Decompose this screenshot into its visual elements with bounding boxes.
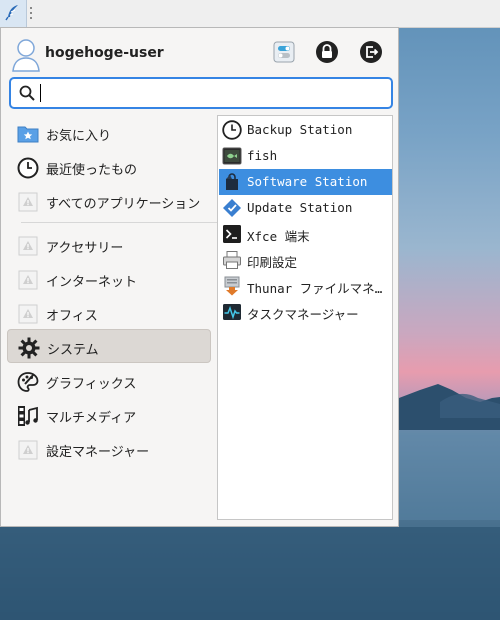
search-input[interactable] — [41, 83, 385, 105]
category-label: 最近使ったもの — [46, 163, 138, 178]
category-label: すべてのアプリケーション — [46, 197, 201, 212]
panel-grip-icon[interactable] — [29, 6, 33, 20]
category-system[interactable]: システム — [7, 329, 211, 363]
clock-icon — [17, 157, 39, 179]
gear-icon — [18, 337, 40, 359]
terminal-icon — [222, 224, 242, 244]
terminal-fish-icon — [222, 146, 242, 166]
settings-toggle-button[interactable] — [271, 41, 297, 67]
avatar — [11, 37, 41, 73]
category-office[interactable]: オフィス — [7, 296, 211, 330]
category-graphics[interactable]: グラフィックス — [7, 364, 211, 398]
username: hogehoge-user — [45, 45, 164, 61]
category-accessories[interactable]: アクセサリー — [7, 228, 211, 262]
category-label: 設定マネージャー — [46, 445, 150, 460]
application-list: Backup Station fish Software Station Upd… — [217, 115, 393, 520]
category-label: インターネット — [46, 275, 138, 290]
category-internet[interactable]: インターネット — [7, 262, 211, 296]
app-item-fish[interactable]: fish — [219, 143, 392, 169]
warning-placeholder-icon — [17, 303, 39, 325]
app-label: fish — [247, 148, 278, 163]
category-all-applications[interactable]: すべてのアプリケーション — [7, 184, 211, 218]
warning-placeholder-icon — [17, 269, 39, 291]
category-label: グラフィックス — [46, 377, 137, 392]
app-label: Software Station — [247, 174, 368, 189]
clock-icon — [222, 120, 242, 140]
app-label: Update Station — [247, 200, 353, 215]
category-separator — [21, 222, 217, 223]
app-item-update-station[interactable]: Update Station — [219, 195, 392, 221]
category-settings-manager[interactable]: 設定マネージャー — [7, 432, 211, 466]
app-label: 印刷設定 — [247, 255, 298, 270]
search-icon — [19, 85, 35, 105]
warning-placeholder-icon — [17, 191, 39, 213]
film-music-icon — [17, 405, 39, 427]
category-label: お気に入り — [46, 129, 112, 144]
app-item-backup-station[interactable]: Backup Station — [219, 117, 392, 143]
warning-placeholder-icon — [17, 235, 39, 257]
category-multimedia[interactable]: マルチメディア — [7, 398, 211, 432]
category-recent[interactable]: 最近使ったもの — [7, 150, 211, 184]
category-label: オフィス — [46, 309, 98, 324]
category-label: マルチメディア — [46, 411, 137, 426]
app-label: Xfce 端末 — [247, 229, 310, 244]
logout-button[interactable] — [358, 41, 384, 67]
top-panel — [0, 0, 500, 28]
warning-placeholder-icon — [17, 439, 39, 461]
software-station-icon — [222, 172, 242, 192]
app-item-task-manager[interactable]: タスクマネージャー — [219, 299, 392, 325]
app-label: Backup Station — [247, 122, 353, 137]
app-item-xfce-terminal[interactable]: Xfce 端末 — [219, 221, 392, 247]
task-manager-icon — [222, 302, 242, 322]
app-item-software-station[interactable]: Software Station — [219, 169, 392, 195]
palette-icon — [17, 371, 39, 393]
update-station-icon — [222, 198, 242, 218]
favorites-folder-icon — [17, 123, 39, 145]
category-label: システム — [47, 343, 99, 358]
app-label: Thunar ファイルマネージャー — [247, 281, 389, 296]
printer-icon — [222, 250, 242, 270]
file-manager-icon — [222, 276, 242, 296]
feather-icon — [4, 3, 22, 25]
whisker-menu-button[interactable] — [0, 0, 27, 27]
app-item-thunar[interactable]: Thunar ファイルマネージャー — [219, 273, 392, 299]
app-item-print-settings[interactable]: 印刷設定 — [219, 247, 392, 273]
category-label: アクセサリー — [46, 241, 124, 256]
user-header: hogehoge-user — [7, 34, 393, 76]
app-label: タスクマネージャー — [247, 307, 359, 322]
logout-icon — [359, 40, 383, 68]
lock-icon — [315, 40, 339, 68]
lock-screen-button[interactable] — [314, 41, 340, 67]
toggle-icon — [273, 41, 295, 67]
application-menu: hogehoge-user お気に入り 最近使ったもの すべてのアプリケーション… — [0, 27, 399, 527]
category-favorites[interactable]: お気に入り — [7, 116, 211, 150]
search-box[interactable] — [9, 77, 393, 109]
